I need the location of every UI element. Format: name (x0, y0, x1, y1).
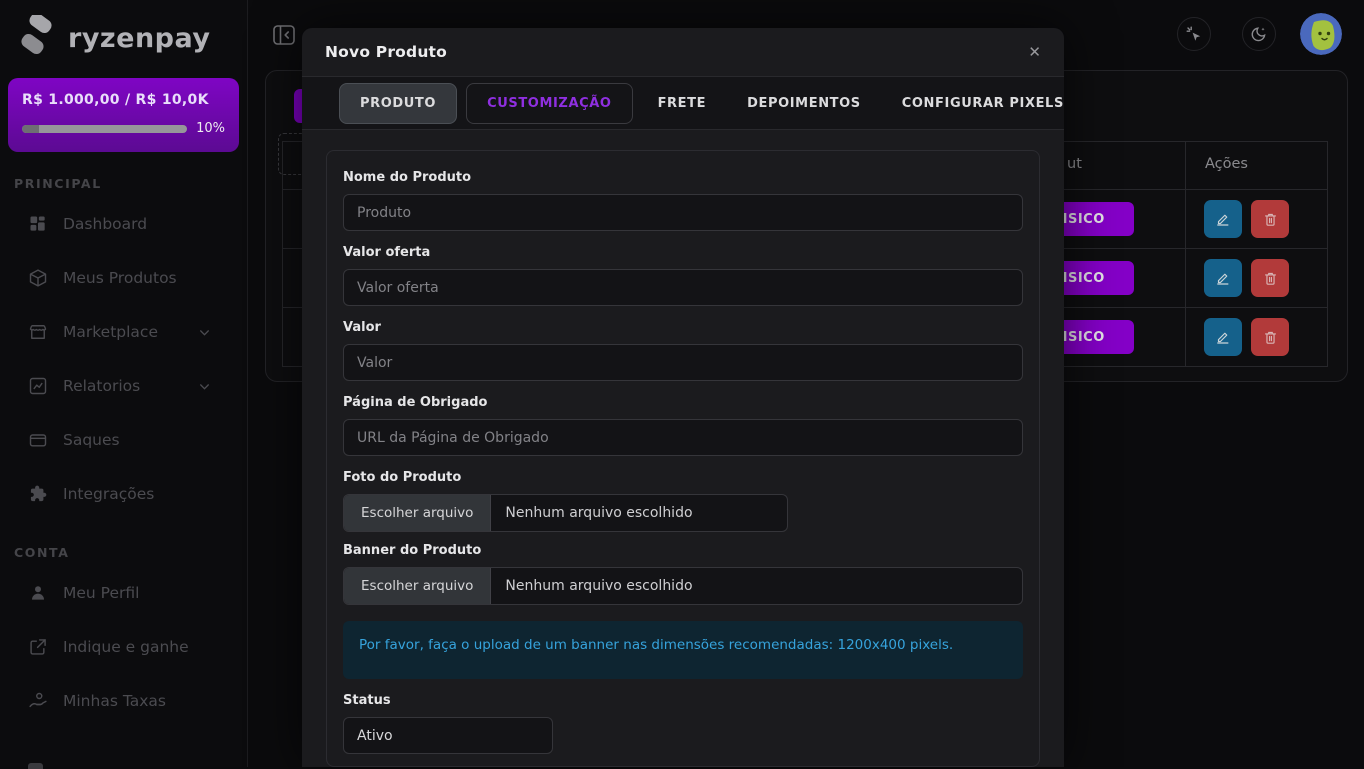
cursor-click-icon (1185, 25, 1203, 43)
section-label-conta: CONTA (14, 545, 247, 560)
modal-title: Novo Produto (325, 43, 447, 61)
field-label-valor-oferta: Valor oferta (343, 245, 1023, 260)
user-icon (28, 583, 48, 603)
moon-star-icon (1250, 25, 1268, 43)
sidebar-item-label: Marketplace (63, 323, 158, 341)
dashboard-grid-icon (28, 214, 48, 234)
sidebar: ryzenpay R$ 1.000,00 / R$ 10,0K 10% PRIN… (0, 0, 248, 767)
novo-produto-modal: Novo Produto ✕ PRODUTO CUSTOMIZAÇÃO FRET… (302, 28, 1064, 767)
tab-configurar-pixels[interactable]: CONFIGURAR PIXELS (886, 83, 1080, 124)
valor-input[interactable] (343, 344, 1023, 381)
sidebar-item-label: Integrações (63, 485, 154, 503)
valor-oferta-input[interactable] (343, 269, 1023, 306)
trash-icon (1262, 329, 1279, 346)
tab-frete[interactable]: FRETE (642, 83, 723, 124)
collapse-sidebar-button[interactable] (273, 25, 295, 45)
sidebar-item-label: Minhas Taxas (63, 692, 166, 710)
sidebar-item-dashboard[interactable]: Dashboard (0, 197, 247, 251)
close-icon[interactable]: ✕ (1028, 45, 1041, 60)
sidebar-item-label: Saques (63, 431, 120, 449)
pencil-icon (1214, 328, 1232, 346)
foto-do-produto-file-input[interactable]: Escolher arquivo Nenhum arquivo escolhid… (343, 494, 788, 532)
edit-button[interactable] (1204, 200, 1242, 238)
sidebar-item-marketplace[interactable]: Marketplace (0, 305, 247, 359)
table-header-layout-partial: ut (1067, 156, 1082, 172)
nome-do-produto-input[interactable] (343, 194, 1023, 231)
field-label-valor: Valor (343, 320, 1023, 335)
field-label-nome: Nome do Produto (343, 170, 1023, 185)
field-label-pagina-obrigado: Página de Obrigado (343, 395, 1023, 410)
section-label-principal: PRINCIPAL (14, 176, 247, 191)
tab-produto[interactable]: PRODUTO (339, 83, 457, 124)
sidebar-item-meus-produtos[interactable]: Meus Produtos (0, 251, 247, 305)
modal-header: Novo Produto ✕ (302, 28, 1064, 77)
edit-button[interactable] (1204, 259, 1242, 297)
goal-card: R$ 1.000,00 / R$ 10,0K 10% (8, 78, 239, 152)
brand-logo[interactable]: ryzenpay (0, 0, 247, 62)
escolher-arquivo-button[interactable]: Escolher arquivo (344, 495, 491, 531)
file-name-text: Nenhum arquivo escolhido (491, 495, 706, 531)
click-effects-button[interactable] (1177, 17, 1211, 51)
tab-depoimentos[interactable]: DEPOIMENTOS (731, 83, 877, 124)
sidebar-item-integracoes[interactable]: Integrações (0, 467, 247, 521)
modal-body: Nome do Produto Valor oferta Valor Págin… (302, 130, 1064, 767)
table-header-acoes: Ações (1205, 156, 1248, 172)
pencil-icon (1214, 269, 1232, 287)
partial-nav-icon (28, 763, 43, 769)
file-name-text: Nenhum arquivo escolhido (491, 568, 706, 604)
goal-amount: R$ 1.000,00 / R$ 10,0K (22, 92, 225, 108)
sidebar-item-indique-e-ganhe[interactable]: Indique e ganhe (0, 620, 247, 674)
hand-coin-icon (28, 691, 48, 711)
field-label-status: Status (343, 693, 1023, 708)
tab-customizacao[interactable]: CUSTOMIZAÇÃO (466, 83, 633, 124)
chevron-down-icon (198, 380, 211, 393)
escolher-arquivo-button[interactable]: Escolher arquivo (344, 568, 491, 604)
pagina-obrigado-input[interactable] (343, 419, 1023, 456)
delete-button[interactable] (1251, 259, 1289, 297)
delete-button[interactable] (1251, 318, 1289, 356)
sidebar-item-meu-perfil[interactable]: Meu Perfil (0, 566, 247, 620)
chevron-down-icon (198, 326, 211, 339)
sidebar-item-label: Meu Perfil (63, 584, 139, 602)
edit-button[interactable] (1204, 318, 1242, 356)
sidebar-item-label: Indique e ganhe (63, 638, 189, 656)
delete-button[interactable] (1251, 200, 1289, 238)
goal-percent: 10% (196, 121, 225, 136)
pencil-icon (1214, 210, 1232, 228)
field-label-foto: Foto do Produto (343, 470, 1023, 485)
wallet-icon (28, 430, 48, 450)
dark-mode-toggle[interactable] (1242, 17, 1276, 51)
sidebar-item-label: Meus Produtos (63, 269, 177, 287)
field-label-banner: Banner do Produto (343, 543, 1023, 558)
store-icon (28, 322, 48, 342)
cube-icon (28, 268, 48, 288)
trash-icon (1262, 270, 1279, 287)
goal-progress-bar (22, 125, 187, 133)
share-icon (28, 637, 48, 657)
product-form: Nome do Produto Valor oferta Valor Págin… (326, 150, 1040, 767)
brand-name: ryzenpay (68, 23, 210, 54)
sidebar-item-label: Dashboard (63, 215, 147, 233)
banner-dimensions-alert: Por favor, faça o upload de um banner na… (343, 621, 1023, 679)
puzzle-icon (28, 484, 48, 504)
modal-tab-bar: PRODUTO CUSTOMIZAÇÃO FRETE DEPOIMENTOS C… (302, 77, 1064, 130)
banner-do-produto-file-input[interactable]: Escolher arquivo Nenhum arquivo escolhid… (343, 567, 1023, 605)
sidebar-item-minhas-taxas[interactable]: Minhas Taxas (0, 674, 247, 728)
sidebar-item-relatorios[interactable]: Relatorios (0, 359, 247, 413)
ryzenpay-logo-icon (18, 15, 56, 61)
sidebar-item-saques[interactable]: Saques (0, 413, 247, 467)
goal-progress-fill (22, 125, 39, 133)
trash-icon (1262, 211, 1279, 228)
status-select[interactable]: Ativo (343, 717, 553, 754)
user-avatar[interactable] (1300, 13, 1342, 55)
chart-icon (28, 376, 48, 396)
sidebar-item-label: Relatorios (63, 377, 140, 395)
